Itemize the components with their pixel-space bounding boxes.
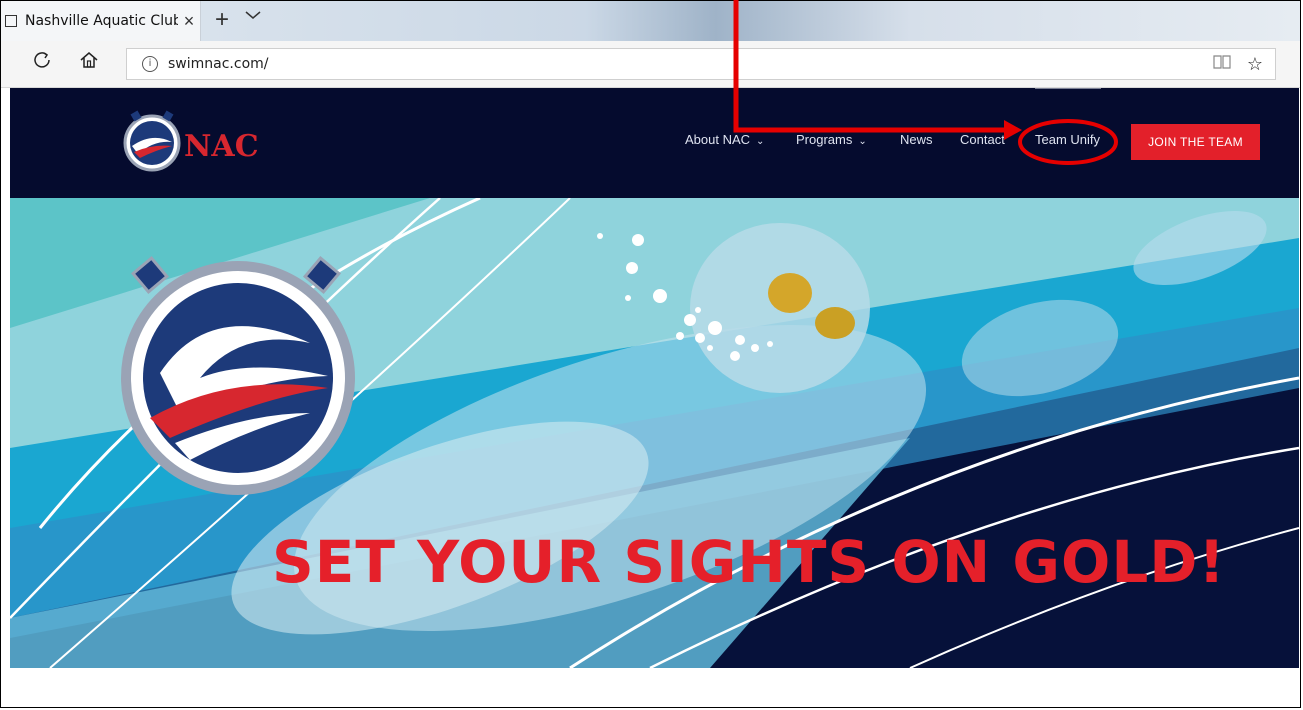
- tab-close-icon[interactable]: ×: [178, 11, 200, 32]
- browser-toolbar: i swimnac.com/ ☆: [1, 41, 1300, 88]
- nav-label: Contact: [960, 132, 1005, 147]
- hero-headline: SET YOUR SIGHTS ON GOLD!: [272, 528, 1226, 596]
- home-icon[interactable]: [75, 50, 103, 78]
- site-header: NAC About NAC ⌄ Programs ⌄ News Contact Te…: [10, 88, 1299, 198]
- nav-about-nac[interactable]: About NAC ⌄: [685, 132, 764, 147]
- logo-wordmark: NAC: [184, 129, 259, 164]
- header-divider: [1035, 88, 1101, 89]
- nav-team-unify[interactable]: Team Unify: [1035, 132, 1100, 147]
- nav-news[interactable]: News: [900, 132, 933, 147]
- chevron-down-icon: ⌄: [756, 136, 765, 147]
- nav-programs[interactable]: Programs ⌄: [796, 132, 867, 147]
- nav-contact[interactable]: Contact: [960, 132, 1005, 147]
- chevron-down-icon: ⌄: [858, 136, 867, 147]
- hero-banner: SET YOUR SIGHTS ON GOLD!: [10, 198, 1299, 668]
- address-bar[interactable]: i swimnac.com/ ☆: [126, 48, 1276, 80]
- tab-page-icon: [5, 15, 17, 27]
- reading-view-icon[interactable]: [1213, 54, 1231, 74]
- join-the-team-button[interactable]: JOIN THE TEAM: [1131, 124, 1260, 160]
- tab-title: Nashville Aquatic Club -: [25, 13, 178, 29]
- browser-tab[interactable]: Nashville Aquatic Club - ×: [1, 1, 201, 41]
- tab-menu-chevron-icon[interactable]: [239, 7, 267, 25]
- hero-illustration: [10, 198, 1299, 668]
- hero-nac-emblem: [121, 255, 355, 495]
- browser-tab-bar: Nashville Aquatic Club - × +: [1, 1, 1300, 41]
- nav-label: News: [900, 132, 933, 147]
- nac-logo[interactable]: NAC: [120, 106, 290, 176]
- nav-label: Programs: [796, 132, 853, 147]
- info-icon[interactable]: i: [142, 56, 158, 72]
- star-icon[interactable]: ☆: [1247, 54, 1263, 75]
- nav-label: About NAC: [685, 132, 751, 147]
- url-text: swimnac.com/: [168, 56, 269, 72]
- refresh-icon[interactable]: [28, 50, 56, 78]
- new-tab-button[interactable]: +: [207, 6, 237, 34]
- nav-label: Team Unify: [1035, 132, 1101, 147]
